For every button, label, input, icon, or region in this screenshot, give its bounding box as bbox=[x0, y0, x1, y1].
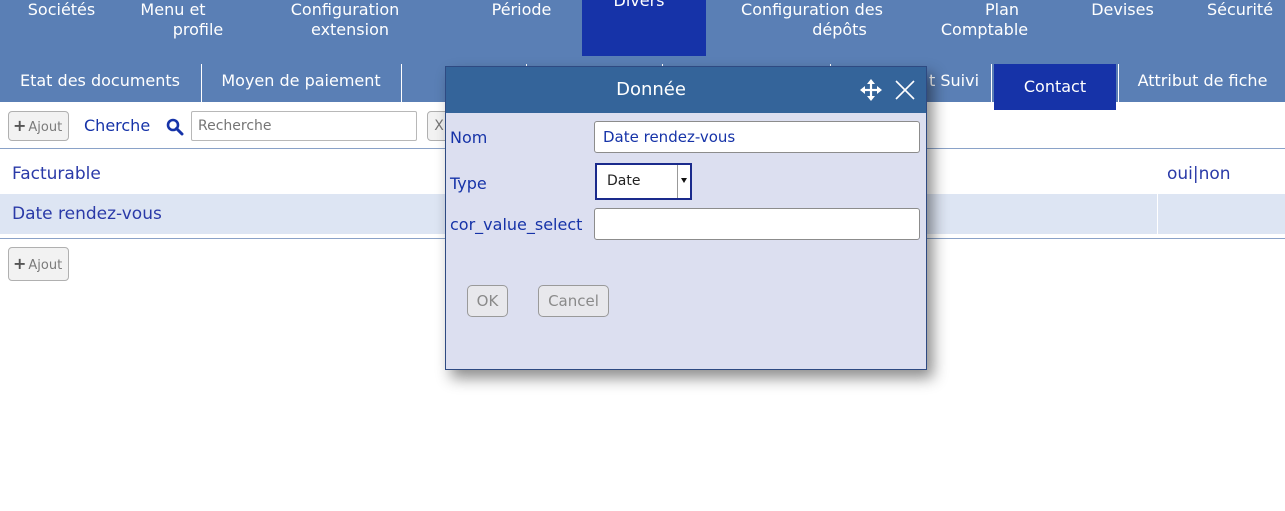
ok-button[interactable]: OK bbox=[467, 285, 508, 317]
cancel-button-label: Cancel bbox=[548, 292, 599, 310]
top-menu-label: Configuration bbox=[290, 0, 400, 19]
top-menu-label: Devises bbox=[1091, 0, 1154, 19]
top-menu-label: Configuration des bbox=[741, 0, 883, 19]
sub-menu-item-etat-documents[interactable]: Etat des documents bbox=[0, 64, 200, 98]
sub-menu-item-moyen-paiement[interactable]: Moyen de paiement bbox=[203, 64, 399, 98]
sub-menu-separator bbox=[401, 64, 402, 102]
ok-button-label: OK bbox=[476, 292, 499, 310]
top-menu-label: extension bbox=[311, 20, 389, 39]
sub-menu-label: Attribut de fiche bbox=[1137, 71, 1268, 90]
type-label: Type bbox=[450, 174, 487, 193]
top-menu-label: Plan bbox=[984, 0, 1020, 19]
row-name: Date rendez-vous bbox=[12, 204, 162, 224]
sub-menu-label: Contact bbox=[1023, 77, 1087, 96]
chevron-down-icon bbox=[677, 165, 690, 198]
top-menu-label: Sécurité bbox=[1206, 0, 1274, 19]
dialog-header[interactable]: Donnée bbox=[446, 67, 926, 113]
column-divider bbox=[1157, 194, 1158, 234]
sub-menu-label: Etat des documents bbox=[19, 71, 181, 90]
top-menu-label: Divers bbox=[613, 0, 665, 10]
nom-input[interactable] bbox=[594, 121, 920, 153]
sub-menu-separator bbox=[1118, 64, 1119, 102]
top-menu-item-divers[interactable]: Divers bbox=[582, 0, 706, 56]
add-button-label: Ajout bbox=[28, 258, 63, 273]
add-button[interactable]: + Ajout bbox=[8, 111, 70, 141]
plus-icon: + bbox=[13, 116, 27, 135]
top-menu-item-configuration-extension[interactable]: Configuration extension bbox=[275, 0, 415, 56]
sub-menu-label: t Suivi bbox=[929, 71, 980, 90]
cor-value-select-label: cor_value_select bbox=[450, 215, 583, 234]
top-menu-item-plan-comptable[interactable]: Plan Comptable bbox=[922, 0, 1042, 56]
type-select[interactable]: Date bbox=[595, 163, 692, 200]
add-button-label: Ajout bbox=[28, 120, 63, 135]
sub-menu-label: Moyen de paiement bbox=[221, 71, 381, 90]
top-menu: Sociétés Menu et profile Configuration e… bbox=[0, 0, 1285, 56]
top-menu-item-menu-profile[interactable]: Menu et profile bbox=[133, 0, 243, 56]
cor-value-select-input[interactable] bbox=[594, 208, 920, 240]
sub-menu-separator bbox=[201, 64, 202, 102]
top-menu-item-configuration-depots[interactable]: Configuration des dépôts bbox=[722, 0, 902, 56]
row-value: oui|non bbox=[1167, 164, 1231, 184]
top-menu-item-periode[interactable]: Période bbox=[474, 0, 569, 56]
plus-icon: + bbox=[13, 254, 27, 273]
dialog-title: Donnée bbox=[616, 79, 686, 100]
nom-label: Nom bbox=[450, 128, 488, 147]
type-select-value: Date bbox=[607, 173, 641, 189]
move-icon[interactable] bbox=[860, 79, 882, 101]
add-button-bottom[interactable]: + Ajout bbox=[8, 247, 70, 281]
sub-menu-item-attribut-fiche[interactable]: Attribut de fiche bbox=[1120, 64, 1285, 98]
search-label: Cherche bbox=[84, 116, 151, 135]
top-menu-item-securite[interactable]: Sécurité bbox=[1195, 0, 1285, 56]
row-name: Facturable bbox=[12, 164, 101, 184]
top-menu-label: Comptable bbox=[940, 20, 1029, 39]
top-menu-label: dépôts bbox=[812, 20, 867, 39]
close-icon[interactable] bbox=[894, 79, 916, 101]
top-menu-label: Menu et bbox=[140, 0, 206, 19]
sub-menu-separator bbox=[991, 64, 992, 102]
cancel-button[interactable]: Cancel bbox=[538, 285, 609, 317]
search-icon[interactable] bbox=[166, 118, 184, 136]
top-menu-label: Période bbox=[491, 0, 552, 19]
top-menu-item-devises[interactable]: Devises bbox=[1075, 0, 1170, 56]
top-menu-label: profile bbox=[172, 20, 224, 39]
sub-menu-item-contact[interactable]: Contact bbox=[994, 64, 1116, 110]
search-clear-label: X bbox=[434, 118, 444, 134]
search-input[interactable] bbox=[191, 111, 417, 141]
sub-menu-item-suivi[interactable]: t Suivi bbox=[927, 64, 991, 98]
